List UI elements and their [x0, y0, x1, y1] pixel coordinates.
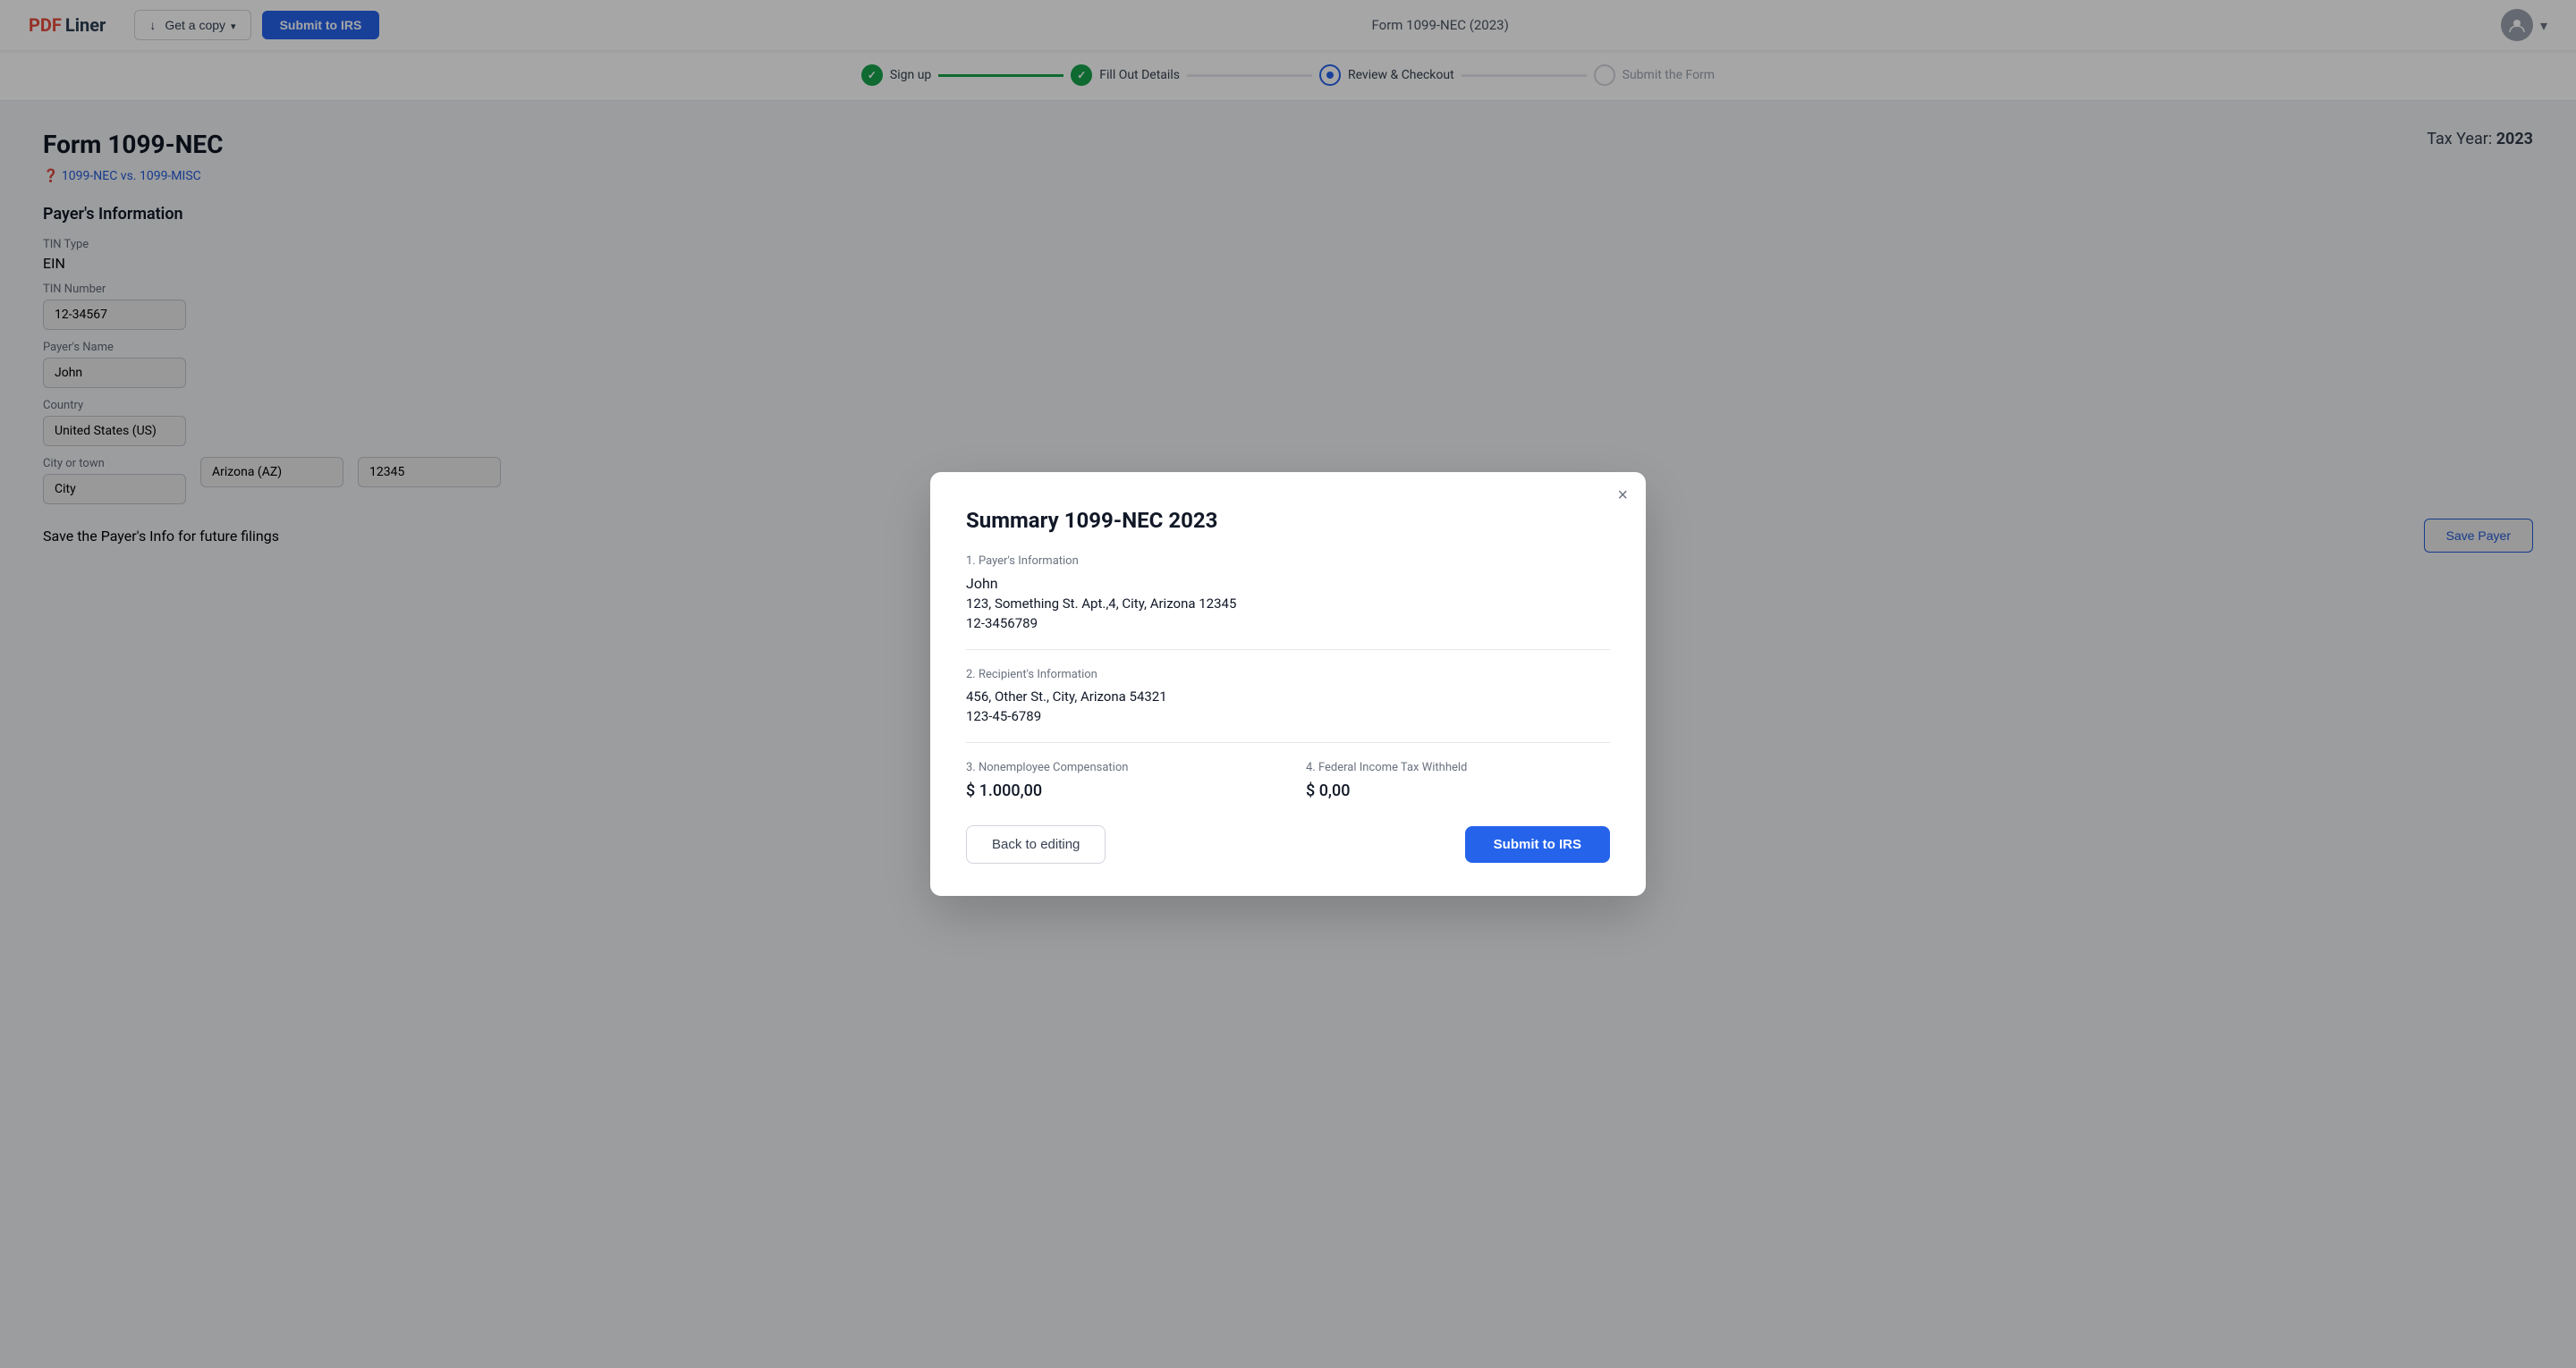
payer-name-display: John [966, 575, 1610, 592]
divider-1 [966, 649, 1610, 650]
compensation-row: 3. Nonemployee Compensation $ 1.000,00 4… [966, 761, 1610, 800]
recipient-section-label: 2. Recipient's Information [966, 668, 1610, 681]
payer-tin-display: 12-3456789 [966, 615, 1610, 631]
recipient-tin-display: 123-45-6789 [966, 708, 1610, 724]
payer-info-section: 1. Payer's Information John 123, Somethi… [966, 554, 1610, 631]
federal-value: $ 0,00 [1306, 781, 1610, 800]
modal-title: Summary 1099-NEC 2023 [966, 508, 1610, 533]
federal-section: 4. Federal Income Tax Withheld $ 0,00 [1306, 761, 1610, 800]
nonemployee-section: 3. Nonemployee Compensation $ 1.000,00 [966, 761, 1270, 800]
nonemployee-value: $ 1.000,00 [966, 781, 1270, 800]
back-to-editing-button[interactable]: Back to editing [966, 825, 1106, 864]
payer-address-display: 123, Something St. Apt.,4, City, Arizona… [966, 595, 1610, 612]
close-button[interactable]: × [1617, 486, 1628, 504]
summary-modal: × Summary 1099-NEC 2023 1. Payer's Infor… [930, 472, 1646, 896]
federal-label: 4. Federal Income Tax Withheld [1306, 761, 1610, 774]
submit-to-irs-button[interactable]: Submit to IRS [1465, 826, 1610, 863]
nonemployee-label: 3. Nonemployee Compensation [966, 761, 1270, 774]
modal-actions: Back to editing Submit to IRS [966, 825, 1610, 864]
payer-section-label: 1. Payer's Information [966, 554, 1610, 568]
recipient-info-section: 2. Recipient's Information 456, Other St… [966, 668, 1610, 724]
modal-overlay[interactable]: × Summary 1099-NEC 2023 1. Payer's Infor… [0, 0, 2576, 1368]
recipient-address-display: 456, Other St., City, Arizona 54321 [966, 688, 1610, 705]
divider-2 [966, 742, 1610, 743]
